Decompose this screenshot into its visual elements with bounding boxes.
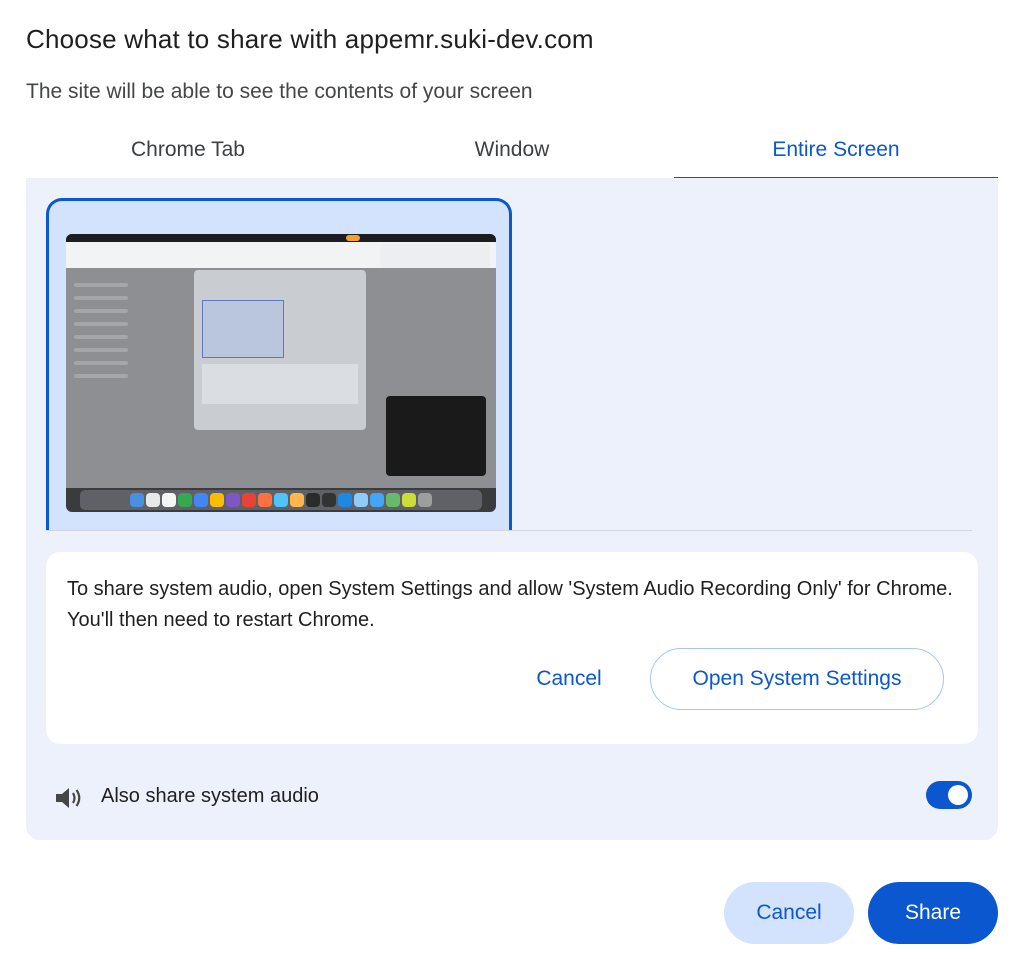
- notice-cancel-button[interactable]: Cancel: [516, 648, 622, 710]
- thumbnail-notification: [380, 244, 490, 268]
- tab-entire-screen[interactable]: Entire Screen: [674, 128, 998, 180]
- thumbnail-sidebar: [74, 274, 164, 474]
- thumbnail-video-preview: [386, 396, 486, 476]
- share-audio-toggle[interactable]: [926, 781, 972, 809]
- divider: [46, 530, 972, 531]
- share-button[interactable]: Share: [868, 882, 998, 944]
- screen-thumbnail: [66, 234, 496, 512]
- toggle-knob: [948, 785, 968, 805]
- thumbnail-share-dialog: [194, 270, 366, 430]
- cancel-button[interactable]: Cancel: [724, 882, 854, 944]
- screen-source-tile[interactable]: [46, 198, 512, 530]
- tab-chrome-tab[interactable]: Chrome Tab: [26, 128, 350, 178]
- share-audio-label: Also share system audio: [101, 785, 319, 807]
- audio-notice-message: To share system audio, open System Setti…: [67, 578, 953, 631]
- dialog-subtitle: The site will be able to see the content…: [26, 80, 533, 103]
- system-audio-notice: To share system audio, open System Setti…: [46, 552, 978, 744]
- share-audio-row: Also share system audio: [54, 778, 974, 818]
- thumbnail-menubar: [66, 234, 496, 242]
- thumbnail-dock: [80, 490, 482, 510]
- speaker-icon: [56, 788, 81, 808]
- tab-window[interactable]: Window: [350, 128, 674, 178]
- share-panel: To share system audio, open System Setti…: [26, 178, 998, 840]
- dialog-title: Choose what to share with appemr.suki-de…: [26, 24, 594, 54]
- open-system-settings-button[interactable]: Open System Settings: [650, 648, 944, 710]
- share-source-tabs: Chrome Tab Window Entire Screen: [26, 128, 998, 180]
